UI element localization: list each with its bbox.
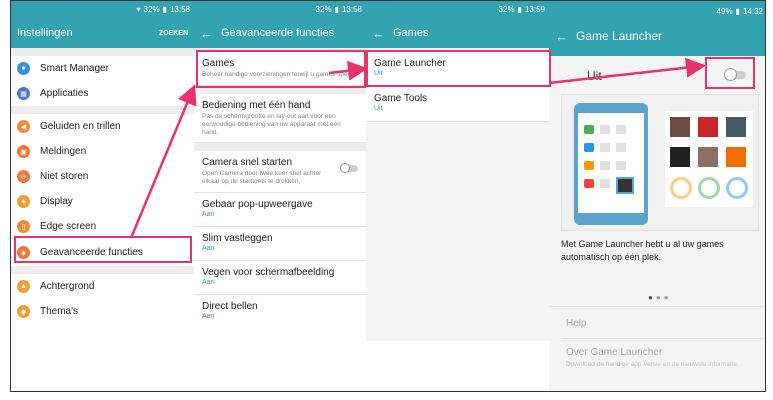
arrow-to-game-launcher xyxy=(328,60,368,81)
screenshot-frame: ▾ 32% ▮ 13:58 Instellingen ZOEKEN ● Smart… xyxy=(10,0,766,392)
annotation-arrows xyxy=(129,57,706,239)
arrow-to-games xyxy=(129,84,197,239)
arrow-to-toggle xyxy=(548,57,706,85)
